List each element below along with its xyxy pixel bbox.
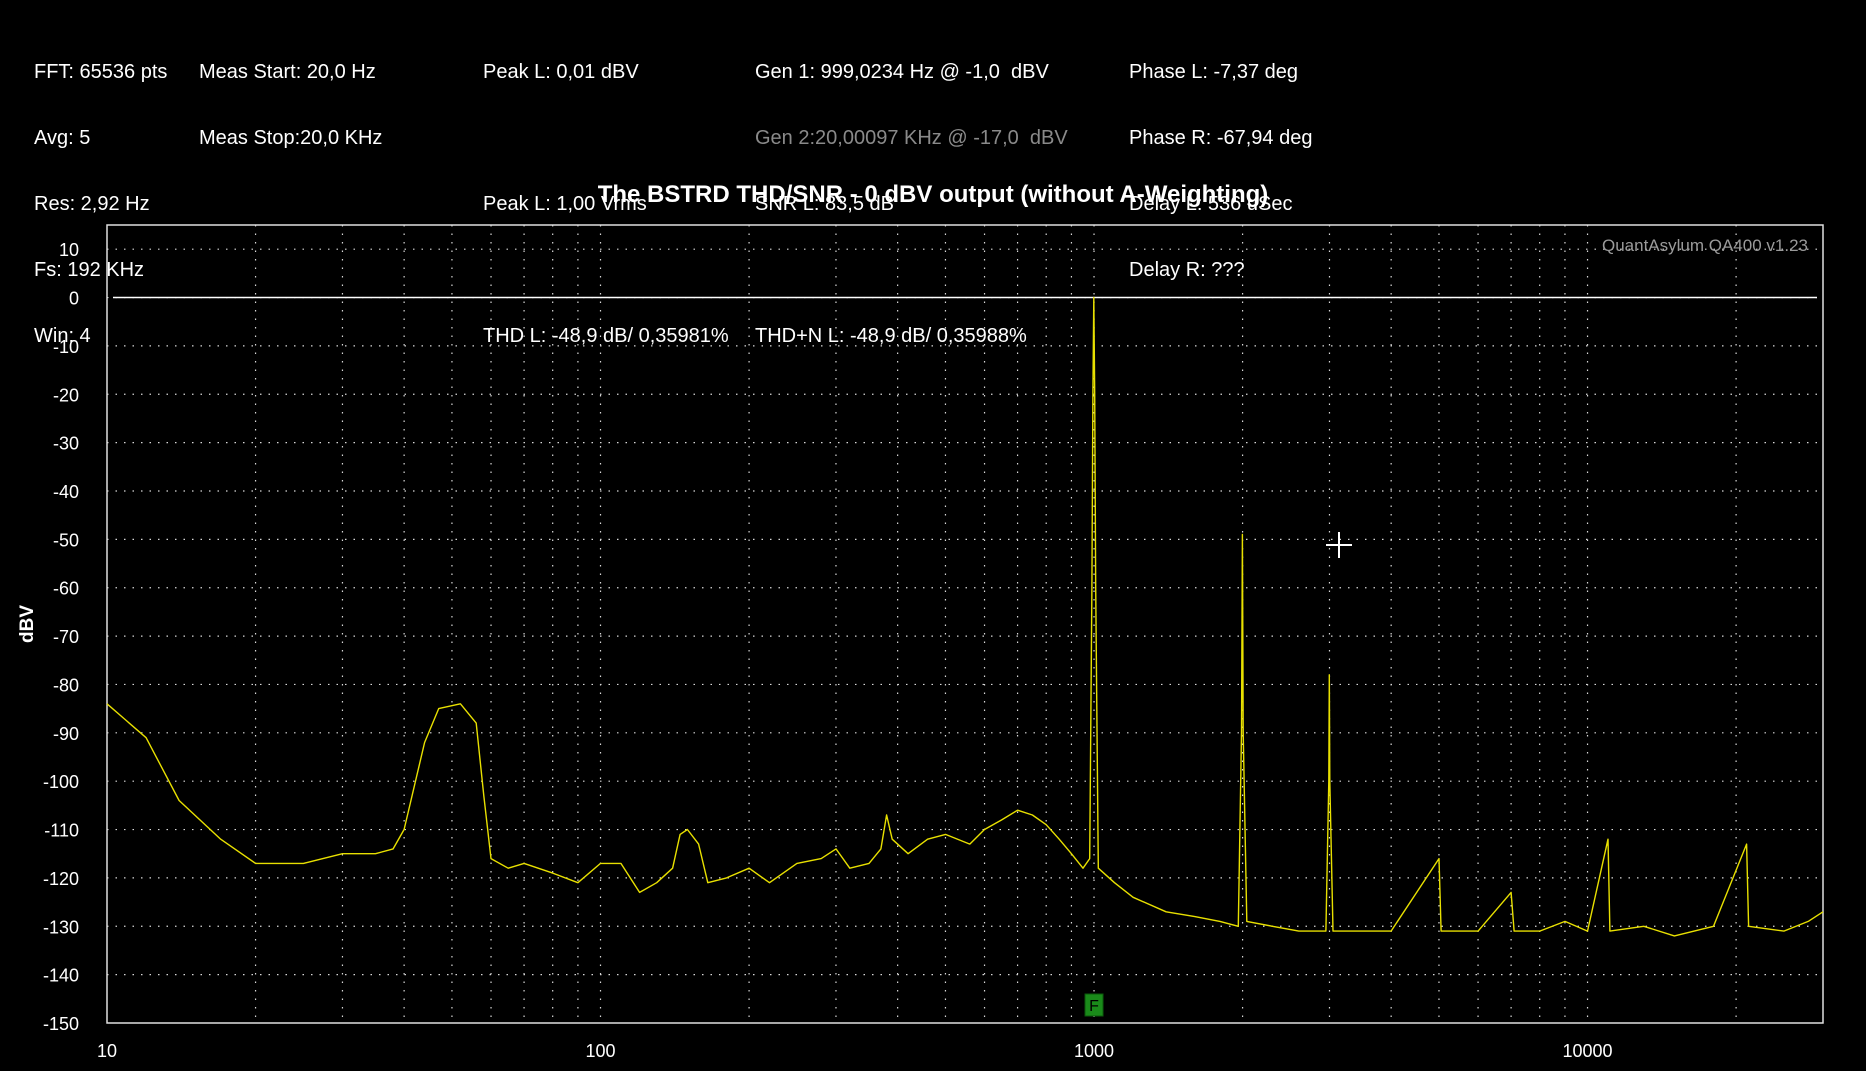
spectrum-trace	[106, 296, 1824, 937]
y-tick-label: -80	[53, 675, 79, 695]
y-tick-labels: 10 0 -10 -20 -30 -40 -50 -60 -70 -80 -90 -100 -110 -1…	[43, 240, 79, 1034]
plot-frame	[106, 224, 1824, 1024]
crosshair-cursor[interactable]	[1326, 532, 1352, 558]
marker-label: F	[1089, 998, 1099, 1015]
spectrum-chart: 100-10-20-30-40-50-60-70-80-90-100-110-1…	[17, 224, 1824, 1061]
y-tick-label: -150	[43, 1014, 79, 1034]
y-tick-label: -140	[43, 966, 79, 986]
grid	[107, 225, 1823, 1023]
x-tick-label: 10	[97, 1041, 117, 1061]
y-tick-label: -40	[53, 482, 79, 502]
y-tick-label: -100	[43, 772, 79, 792]
x-tick-label: 100	[585, 1041, 615, 1061]
y-tick-label: -130	[43, 917, 79, 937]
y-tick-label: -60	[53, 579, 79, 599]
y-tick-label: 0	[69, 289, 79, 309]
y-tick-label: -120	[43, 869, 79, 889]
y-tick-label: -70	[53, 627, 79, 647]
y-tick-label: -10	[53, 337, 79, 357]
y-axis-label: dBV	[17, 605, 38, 643]
x-tick-label: 10000	[1563, 1041, 1613, 1061]
y-tick-label: 10	[59, 240, 79, 260]
x-tick-labels: 10 100 1000 10000	[97, 1041, 1613, 1061]
x-tick-label: 1000	[1074, 1041, 1114, 1061]
y-tick-label: -30	[53, 434, 79, 454]
watermark-text: QuantAsylum QA400 v1.23	[1602, 236, 1808, 255]
fundamental-marker[interactable]: F	[1084, 993, 1104, 1017]
y-tick-label: -110	[44, 821, 79, 841]
y-tick-label: -20	[53, 385, 79, 405]
y-tick-label: -90	[53, 724, 79, 744]
y-tick-label: -50	[53, 530, 79, 550]
